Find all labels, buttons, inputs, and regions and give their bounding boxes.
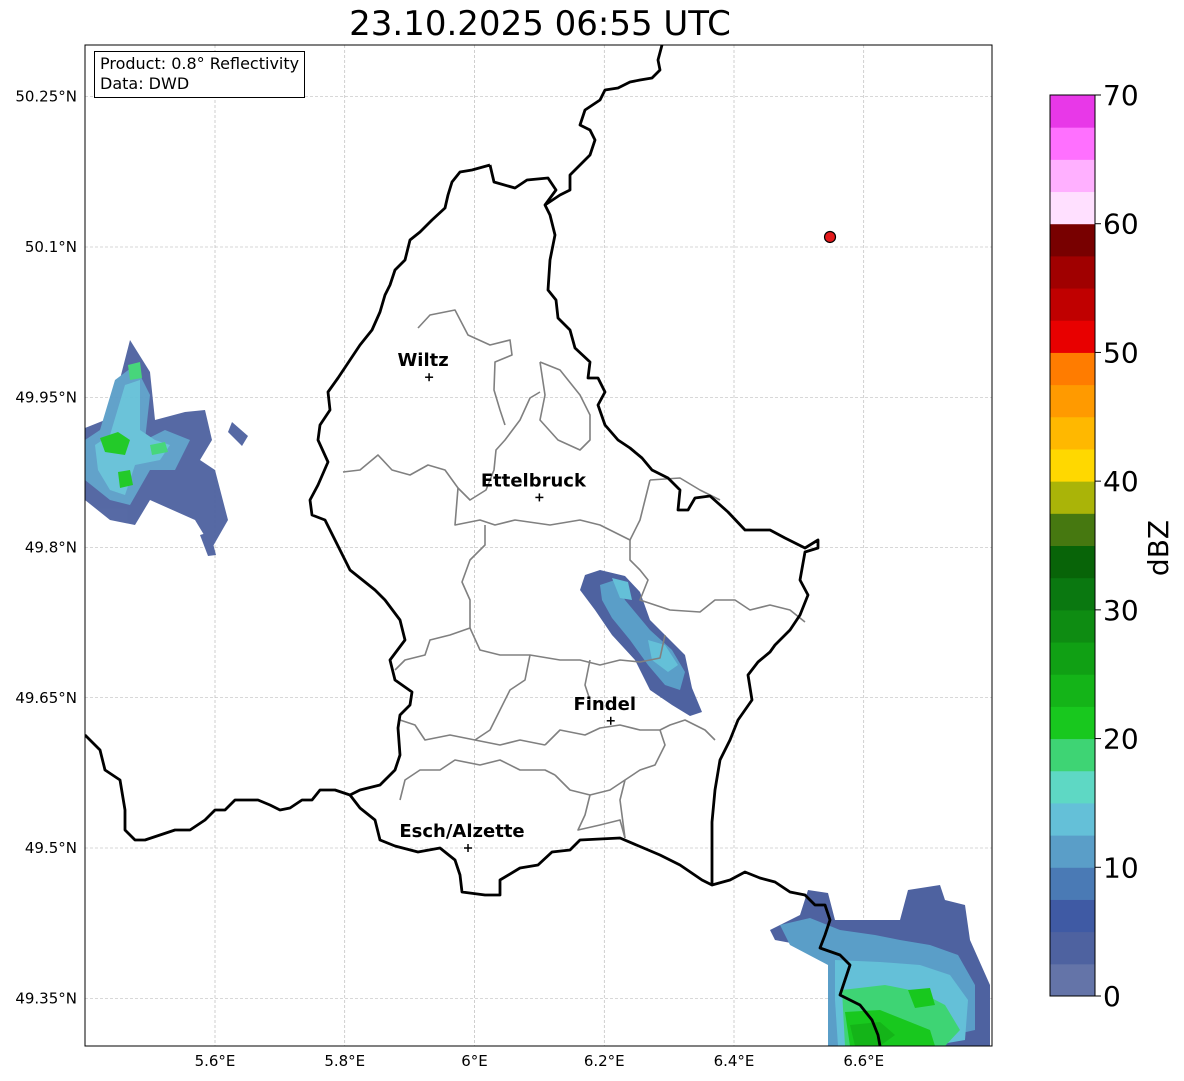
city-label: Wiltz bbox=[397, 350, 448, 371]
colorbar: 0 10 20 30 40 50 60 70 bbox=[1049, 79, 1139, 1013]
colorbar-segment bbox=[1050, 835, 1095, 868]
city-label: Ettelbruck bbox=[481, 470, 587, 491]
lat-tick-label: 49.65°N bbox=[15, 689, 77, 707]
colorbar-segment bbox=[1050, 127, 1095, 160]
colorbar-segment bbox=[1050, 481, 1095, 514]
lon-tick-label: 6.4°E bbox=[714, 1052, 755, 1070]
colorbar-segment bbox=[1050, 320, 1095, 353]
colorbar-segment bbox=[1050, 384, 1095, 418]
lat-tick-label: 50.1°N bbox=[25, 238, 77, 256]
colorbar-segment bbox=[1050, 931, 1095, 965]
colorbar-segment bbox=[1050, 674, 1095, 707]
lon-tick-label: 6°E bbox=[461, 1052, 488, 1070]
colorbar-tick-label: 20 bbox=[1103, 723, 1139, 756]
data-source-text: Data: DWD bbox=[100, 74, 190, 93]
lon-tick-label: 5.6°E bbox=[195, 1052, 236, 1070]
colorbar-tick-label: 0 bbox=[1103, 980, 1121, 1013]
lon-tick-label: 6.2°E bbox=[584, 1052, 625, 1070]
colorbar-segment bbox=[1050, 95, 1095, 128]
colorbar-segment bbox=[1050, 448, 1095, 482]
colorbar-tick-label: 50 bbox=[1103, 336, 1139, 369]
colorbar-segment bbox=[1050, 352, 1095, 386]
colorbar-segment bbox=[1050, 738, 1095, 772]
lon-tick-label: 5.8°E bbox=[324, 1052, 365, 1070]
product-text: Product: 0.8° Reflectivity bbox=[100, 54, 300, 73]
colorbar-segment bbox=[1050, 159, 1095, 193]
colorbar-segment bbox=[1050, 706, 1095, 740]
lat-tick-label: 50.25°N bbox=[15, 88, 77, 106]
colorbar-segment bbox=[1050, 867, 1095, 900]
colorbar-segment bbox=[1050, 255, 1095, 289]
colorbar-segment bbox=[1050, 963, 1095, 997]
colorbar-tick-label: 60 bbox=[1103, 208, 1139, 241]
lat-tick-label: 49.5°N bbox=[25, 839, 77, 857]
lat-tick-label: 49.95°N bbox=[15, 388, 77, 406]
colorbar-segment bbox=[1050, 513, 1095, 546]
colorbar-segment bbox=[1050, 802, 1095, 836]
colorbar-segment bbox=[1050, 609, 1095, 643]
colorbar-tick-label: 40 bbox=[1103, 465, 1139, 498]
colorbar-tick-label: 70 bbox=[1103, 79, 1139, 112]
colorbar-segment bbox=[1050, 223, 1095, 257]
info-box: Product: 0.8° Reflectivity Data: DWD bbox=[94, 51, 306, 98]
colorbar-segment bbox=[1050, 899, 1095, 933]
colorbar-segment bbox=[1050, 642, 1095, 675]
city-label: Esch/Alzette bbox=[399, 821, 524, 842]
colorbar-segment bbox=[1050, 191, 1095, 225]
colorbar-segment bbox=[1050, 416, 1095, 450]
colorbar-segment bbox=[1050, 577, 1095, 611]
colorbar-label: dBZ bbox=[1142, 520, 1175, 576]
lat-tick-label: 49.8°N bbox=[25, 539, 77, 557]
radar-site-marker bbox=[823, 230, 837, 244]
colorbar-segment bbox=[1050, 770, 1095, 804]
colorbar-segment bbox=[1050, 545, 1095, 579]
lat-tick-label: 49.35°N bbox=[15, 989, 77, 1007]
map-frame bbox=[85, 45, 992, 1046]
colorbar-segment bbox=[1050, 288, 1095, 321]
city-label: Findel bbox=[573, 694, 636, 715]
colorbar-tick-label: 30 bbox=[1103, 594, 1139, 627]
lon-tick-label: 6.6°E bbox=[843, 1052, 884, 1070]
colorbar-tick-label: 10 bbox=[1103, 851, 1139, 884]
